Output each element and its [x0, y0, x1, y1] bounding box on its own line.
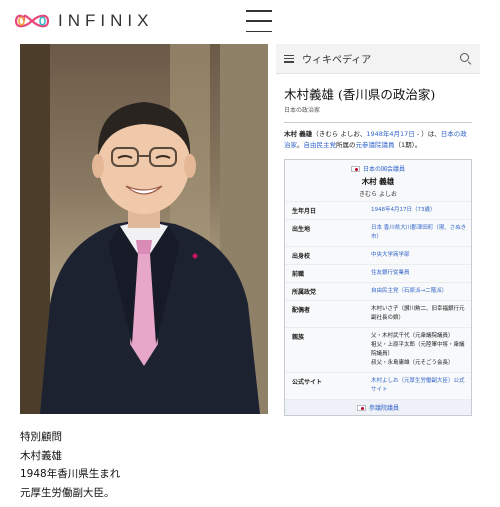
infobox-house-label: 日本の国会議員	[362, 166, 405, 173]
infinity-logo-icon	[14, 14, 50, 28]
caption-name: 木村義雄	[20, 449, 62, 462]
infobox-key: 配偶者	[292, 307, 311, 314]
infobox-key: 前職	[292, 271, 305, 278]
brand-logo[interactable]: INFINIX	[14, 10, 153, 32]
infobox-key: 出生地	[292, 226, 311, 233]
caption-role: 特別顧問	[20, 431, 62, 443]
infobox-row: 出身校 中央大学商学部	[285, 246, 471, 264]
infobox-value: 父・木村武千代（元衆議院議員） 祖父・上原平太郎（元陸軍中将・衆議院議員） 叔父…	[371, 333, 465, 366]
infobox-row: 配偶者 木村いさ子（讃川勲二、旧幸福銀行元副社長の娘）	[285, 300, 471, 327]
wikipedia-screenshot: ウィキペディア 木村義雄 (香川県の政治家) 日本の政治家 木村 義雄（きむら …	[276, 44, 480, 499]
infobox-value: 木村いさ子（讃川勲二、旧幸福銀行元副社長の娘）	[371, 306, 465, 321]
japan-flag-icon	[350, 165, 360, 172]
lead-name: 木村 義雄	[284, 130, 313, 138]
infobox-row: 親族 父・木村武千代（元衆議院議員） 祖父・上原平太郎（元陸軍中将・衆議院議員）…	[285, 327, 471, 372]
infobox-value[interactable]: 1948年4月17日（73歳）	[371, 206, 467, 215]
infobox-key: 生年月日	[292, 208, 317, 215]
infobox-key: 親族	[292, 334, 305, 341]
lead-link-councillor[interactable]: 元参議院議員	[356, 141, 395, 149]
infobox-house[interactable]: 日本の国会議員	[285, 164, 471, 173]
infobox-key: 出身校	[292, 253, 311, 260]
wiki-top-bar: ウィキペディア	[276, 44, 480, 74]
profile-caption: 特別顧問 木村義雄 1948年香川県生まれ 元厚生労働副大臣。	[20, 428, 260, 502]
infobox-kana: きむら よしお	[359, 191, 397, 198]
wiki-infobox: 日本の国会議員 木村 義雄 きむら よしお 生年月日 1948年4月17日（73…	[284, 159, 472, 416]
caption-birth: 1948年香川県生まれ	[20, 468, 121, 480]
portrait-photo	[20, 44, 268, 414]
caption-career: 元厚生労働副大臣。	[20, 486, 115, 499]
infobox-value[interactable]: 自由民主党（石原派→二階派）	[371, 287, 467, 296]
lead-mid: - ）は、	[414, 130, 441, 138]
lead-end: （1期）。	[394, 141, 422, 149]
infobox-key: 所属政党	[292, 289, 317, 296]
infobox-row: 公式サイト 木村よしお（元厚生労働副大臣）公式サイト	[285, 372, 471, 399]
infobox-value[interactable]: 日本 香川県大川郡津田町（現、さぬき市）	[371, 224, 467, 242]
lead-mid3: 所属の	[336, 141, 356, 149]
infobox-footer-label: 参議院議員	[368, 405, 399, 412]
wiki-menu-icon[interactable]	[284, 54, 294, 63]
brand-name: INFINIX	[58, 11, 154, 30]
wiki-lead-paragraph: 木村 義雄（きむら よしお、1948年4月17日 - ）は、日本の政治家。自由民…	[284, 129, 472, 151]
wiki-page-subtitle: 日本の政治家	[284, 105, 472, 123]
infobox-header: 日本の国会議員 木村 義雄 きむら よしお	[285, 160, 471, 201]
infobox-row: 出生地 日本 香川県大川郡津田町（現、さぬき市）	[285, 219, 471, 246]
infobox-key: 公式サイト	[292, 379, 323, 386]
infobox-row: 生年月日 1948年4月17日（73歳）	[285, 201, 471, 219]
infobox-footer[interactable]: 参議院議員	[285, 399, 471, 415]
infobox-name: 木村 義雄	[361, 177, 395, 186]
lead-reading: （きむら よしお、	[312, 130, 367, 138]
wiki-brand[interactable]: ウィキペディア	[302, 51, 460, 66]
japan-flag-icon	[356, 404, 366, 411]
infobox-row: 前職 住友銀行従業員	[285, 264, 471, 282]
lead-date-link[interactable]: 1948年4月17日	[366, 130, 414, 138]
infobox-value[interactable]: 中央大学商学部	[371, 251, 467, 260]
search-icon[interactable]	[460, 52, 472, 65]
lead-link-party[interactable]: 自由民主党	[304, 141, 337, 149]
menu-icon[interactable]	[246, 10, 272, 32]
wiki-page-title: 木村義雄 (香川県の政治家)	[284, 87, 436, 102]
infobox-value[interactable]: 住友銀行従業員	[371, 269, 467, 278]
infobox-row: 所属政党 自由民主党（石原派→二階派）	[285, 282, 471, 300]
infobox-value[interactable]: 木村よしお（元厚生労働副大臣）公式サイト	[371, 377, 467, 395]
